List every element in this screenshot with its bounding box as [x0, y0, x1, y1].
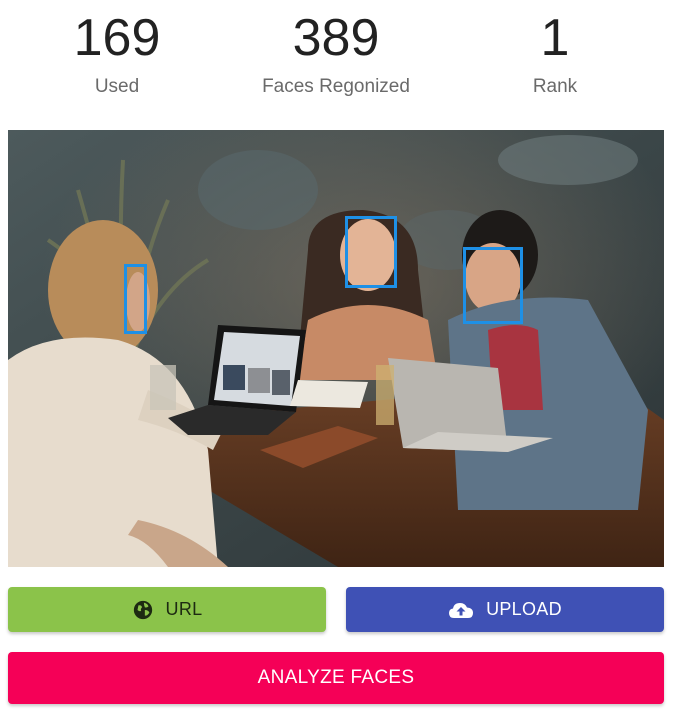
upload-button-label: UPLOAD	[486, 599, 562, 619]
upload-button[interactable]: UPLOAD	[346, 587, 664, 632]
rank-label: Rank	[532, 76, 578, 97]
stat-rank: 1 Rank	[495, 0, 615, 110]
stat-used: 169 Used	[57, 0, 177, 110]
url-button[interactable]: URL	[8, 587, 326, 632]
photo-canvas	[8, 130, 664, 567]
faces-label: Faces Regonized	[262, 76, 410, 97]
url-button-label: URL	[165, 599, 203, 619]
rank-value: 1	[540, 9, 570, 67]
faces-count: 389	[292, 9, 380, 67]
analyze-faces-label: ANALYZE FACES	[257, 667, 415, 688]
cloud-upload-icon	[448, 600, 474, 620]
analyzed-photo	[8, 130, 664, 567]
used-label: Used	[94, 76, 140, 97]
face-box	[345, 216, 397, 288]
face-box	[124, 264, 147, 334]
stat-faces-recognized: 389 Faces Regonized	[236, 0, 436, 110]
used-count: 169	[73, 9, 161, 67]
globe-icon	[132, 599, 154, 621]
face-box	[463, 247, 523, 324]
analyze-faces-button[interactable]: ANALYZE FACES	[8, 652, 664, 704]
